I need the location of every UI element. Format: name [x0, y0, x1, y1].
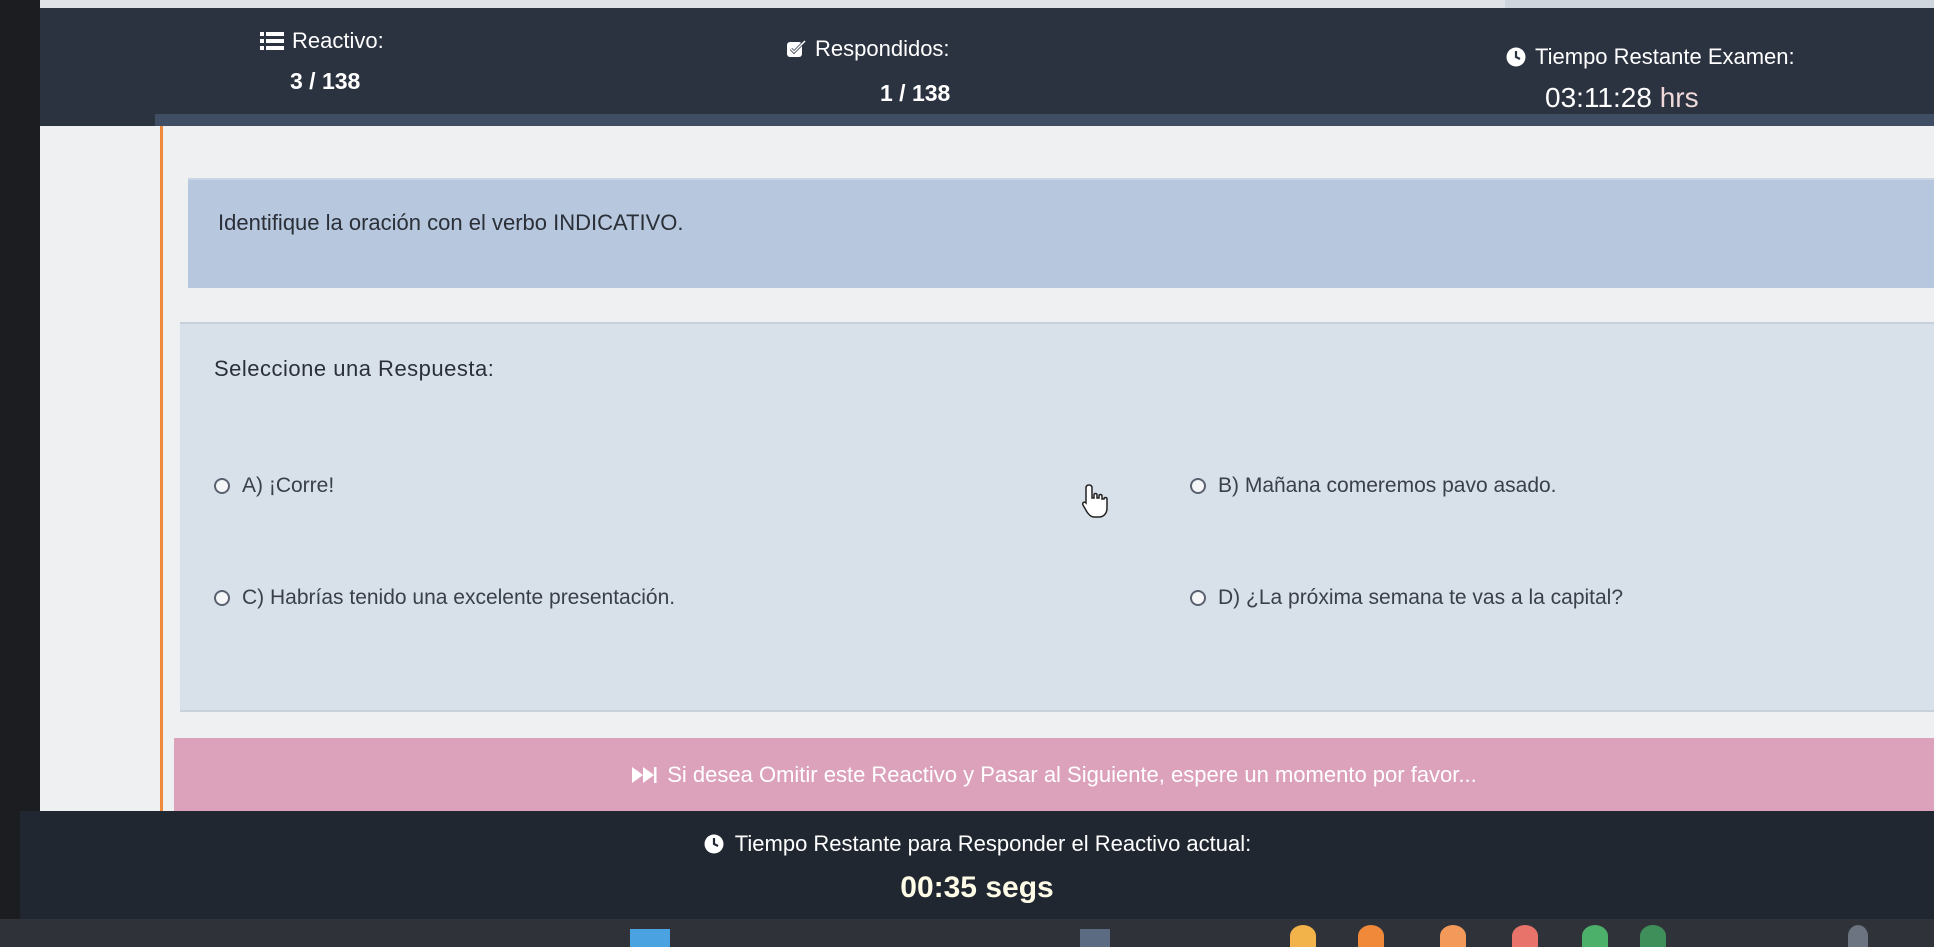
question-text: Identifique la oración con el verbo INDI…	[218, 210, 684, 235]
radio-option-a[interactable]	[214, 478, 230, 494]
radio-option-d[interactable]	[1190, 590, 1206, 606]
question-timer-value: 00:35 segs	[900, 871, 1054, 904]
answers-title: Seleccione una Respuesta:	[214, 356, 495, 381]
option-c[interactable]: C) Habrías tenido una excelente presenta…	[214, 586, 675, 610]
exam-content: Identifique la oración con el verbo INDI…	[40, 126, 1934, 811]
respondidos-value: 1 / 138	[880, 80, 951, 106]
tiempo-examen-stat: Tiempo Restante Examen: 03:11:28 hrs	[1505, 44, 1795, 114]
option-b-label: B) Mañana comeremos pavo asado.	[1218, 474, 1557, 497]
question-timer-label: Tiempo Restante para Responder el Reacti…	[734, 831, 1252, 856]
option-c-label: C) Habrías tenido una excelente presenta…	[242, 586, 676, 609]
skip-notice: Si desea Omitir este Reactivo y Pasar al…	[174, 738, 1934, 811]
screen: Reactivo: 3 / 138 Respondidos: 1 / 138 T…	[0, 0, 1934, 947]
accent-line	[160, 126, 163, 811]
question-panel: Identifique la oración con el verbo INDI…	[188, 178, 1934, 288]
tiempo-examen-label: Tiempo Restante Examen:	[1535, 44, 1795, 69]
header-accent-bar	[155, 114, 1934, 126]
reactivo-value: 3 / 138	[290, 68, 361, 94]
option-d[interactable]: D) ¿La próxima semana te vas a la capita…	[1190, 586, 1623, 610]
reactivo-label: Reactivo:	[292, 28, 384, 53]
option-d-label: D) ¿La próxima semana te vas a la capita…	[1218, 586, 1624, 609]
taskbar-app-icon[interactable]	[1640, 925, 1666, 947]
skip-text: Si desea Omitir este Reactivo y Pasar al…	[667, 761, 1477, 787]
answers-panel: Seleccione una Respuesta: A) ¡Corre! B) …	[180, 322, 1934, 712]
tiempo-examen-unit: hrs	[1659, 82, 1699, 113]
radio-option-b[interactable]	[1190, 478, 1206, 494]
hand-cursor-icon	[1080, 483, 1110, 519]
reactivo-stat: Reactivo: 3 / 138	[260, 28, 384, 95]
radio-option-c[interactable]	[214, 590, 230, 606]
windows-start-icon[interactable]	[630, 929, 670, 947]
taskbar-app-icon[interactable]	[1358, 925, 1384, 947]
respondidos-label: Respondidos:	[815, 36, 950, 61]
chrome-icon[interactable]	[1582, 925, 1608, 947]
option-a[interactable]: A) ¡Corre!	[214, 474, 334, 498]
taskbar-app-icon[interactable]	[1290, 925, 1316, 947]
taskbar-app-icon[interactable]	[1080, 929, 1110, 947]
taskbar-app-icon[interactable]	[1440, 925, 1466, 947]
respondidos-stat: Respondidos: 1 / 138	[785, 36, 950, 107]
monitor-bezel	[0, 0, 40, 947]
check-edit-icon	[785, 38, 807, 60]
option-b[interactable]: B) Mañana comeremos pavo asado.	[1190, 474, 1557, 498]
question-timer-footer: Tiempo Restante para Responder el Reacti…	[20, 811, 1934, 919]
option-a-label: A) ¡Corre!	[242, 474, 335, 497]
clock-icon	[703, 833, 725, 855]
taskbar-tray-icon[interactable]	[1848, 925, 1868, 947]
exam-header: Reactivo: 3 / 138 Respondidos: 1 / 138 T…	[40, 8, 1934, 126]
fast-forward-icon	[631, 766, 657, 784]
tiempo-examen-value: 03:11:28	[1545, 82, 1652, 113]
list-icon	[260, 31, 284, 51]
taskbar-app-icon[interactable]	[1512, 925, 1538, 947]
taskbar	[0, 919, 1934, 947]
clock-icon	[1505, 46, 1527, 68]
